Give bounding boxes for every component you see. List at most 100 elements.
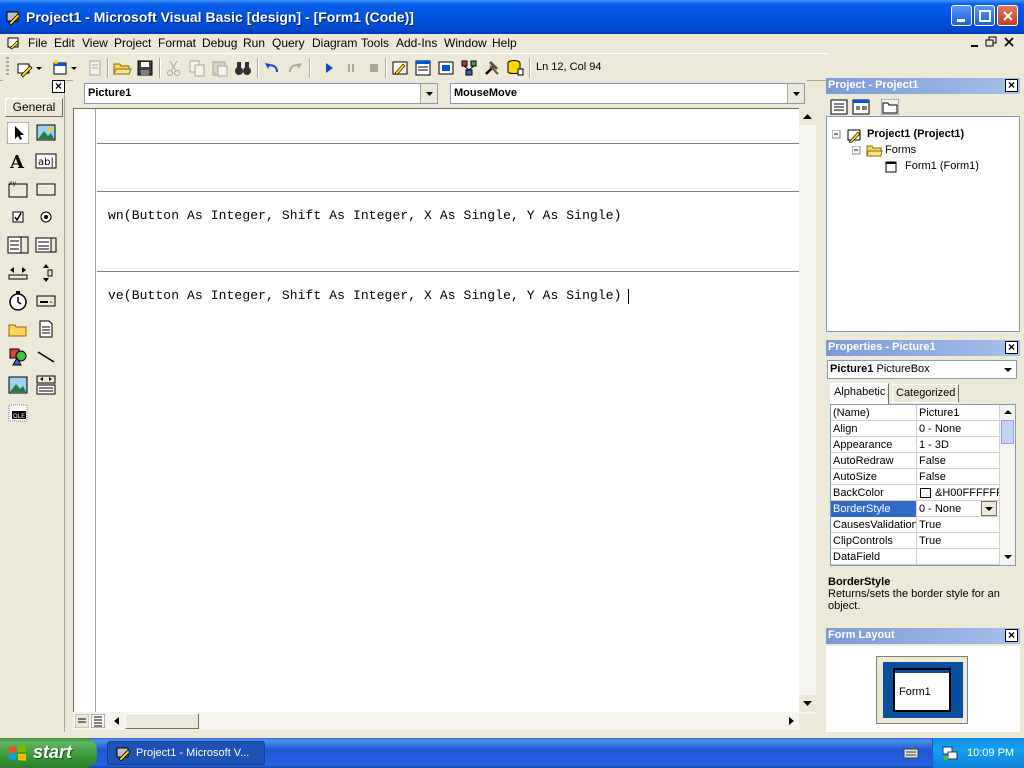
- timer-tool-icon[interactable]: [7, 290, 29, 312]
- property-value[interactable]: 0 - None: [919, 423, 999, 435]
- scroll-left-arrow-icon[interactable]: [109, 713, 125, 729]
- code-editor[interactable]: wn(Button As Integer, Shift As Integer, …: [73, 108, 800, 712]
- project-explorer-close-button[interactable]: ×: [1005, 79, 1018, 92]
- property-row[interactable]: AutoSize False: [831, 469, 999, 485]
- property-row[interactable]: (Name) Picture1: [831, 405, 999, 421]
- network-tray-icon[interactable]: [942, 745, 958, 761]
- code-line-current[interactable]: ve(Button As Integer, Shift As Integer, …: [108, 288, 622, 303]
- properties-close-button[interactable]: ×: [1005, 341, 1018, 354]
- tree-node-project[interactable]: Project1 (Project1): [867, 128, 964, 140]
- mdi-restore-icon[interactable]: [984, 35, 998, 49]
- menu-view[interactable]: View: [82, 36, 108, 50]
- open-folder-icon[interactable]: [112, 58, 132, 78]
- drivelistbox-tool-icon[interactable]: [35, 290, 57, 312]
- toolbox-general-tab[interactable]: General: [5, 98, 63, 117]
- object-browser-icon[interactable]: [459, 58, 479, 78]
- minimize-button[interactable]: [951, 5, 972, 26]
- form-layout-icon[interactable]: [436, 58, 456, 78]
- find-binoculars-icon[interactable]: [233, 58, 253, 78]
- optionbutton-tool-icon[interactable]: [35, 206, 57, 228]
- project-explorer-icon[interactable]: [390, 58, 410, 78]
- scroll-down-arrow-icon[interactable]: [799, 695, 816, 712]
- menu-run[interactable]: Run: [243, 36, 265, 50]
- data-view-icon[interactable]: [505, 58, 525, 78]
- paste-icon[interactable]: [210, 58, 230, 78]
- procedure-combobox[interactable]: MouseMove: [450, 83, 805, 104]
- close-button[interactable]: [997, 5, 1018, 26]
- property-row[interactable]: Align 0 - None: [831, 421, 999, 437]
- vb-app-icon[interactable]: [6, 9, 22, 25]
- property-row[interactable]: AutoRedraw False: [831, 453, 999, 469]
- start-button[interactable]: start: [0, 738, 97, 768]
- tree-node-form1[interactable]: Form1 (Form1): [905, 160, 979, 172]
- property-row[interactable]: Appearance 1 - 3D: [831, 437, 999, 453]
- dirlistbox-tool-icon[interactable]: [7, 318, 29, 340]
- procedure-view-icon[interactable]: [75, 714, 89, 728]
- code-margin-indicator-bar[interactable]: [74, 109, 96, 712]
- label-tool-icon[interactable]: A: [7, 150, 29, 172]
- taskbar-button-vb[interactable]: Project1 - Microsoft V...: [107, 741, 265, 765]
- copy-icon[interactable]: [187, 58, 207, 78]
- menu-help[interactable]: Help: [492, 36, 517, 50]
- view-object-icon[interactable]: [852, 99, 870, 115]
- break-pause-icon[interactable]: [341, 58, 361, 78]
- keyboard-tray-icon[interactable]: [903, 746, 919, 760]
- maximize-button[interactable]: [974, 5, 995, 26]
- property-value[interactable]: &H00FFFFFF: [919, 487, 999, 499]
- end-stop-icon[interactable]: [364, 58, 384, 78]
- tree-collapse-icon[interactable]: [852, 146, 861, 155]
- code-line[interactable]: wn(Button As Integer, Shift As Integer, …: [108, 208, 622, 223]
- property-value[interactable]: False: [919, 471, 999, 483]
- horizontal-scroll-thumb[interactable]: [125, 713, 199, 729]
- menu-file[interactable]: File: [28, 36, 47, 50]
- ole-container-tool-icon[interactable]: OLE: [7, 402, 29, 424]
- dropdown-arrow-icon[interactable]: [34, 58, 44, 78]
- mdi-close-icon[interactable]: [1002, 35, 1016, 49]
- add-form-icon[interactable]: [50, 58, 70, 78]
- shape-tool-icon[interactable]: [7, 346, 29, 368]
- property-value[interactable]: True: [919, 519, 999, 531]
- menu-editor-icon[interactable]: [85, 58, 105, 78]
- scroll-up-arrow-icon[interactable]: [1000, 405, 1016, 419]
- save-icon[interactable]: [135, 58, 155, 78]
- form-layout-close-button[interactable]: ×: [1005, 629, 1018, 642]
- property-value[interactable]: Picture1: [919, 407, 999, 419]
- properties-scroll-thumb[interactable]: [1001, 420, 1014, 444]
- code-vertical-scrollbar[interactable]: [799, 108, 816, 714]
- redo-icon[interactable]: [285, 58, 305, 78]
- frame-tool-icon[interactable]: xy: [7, 178, 29, 200]
- property-row[interactable]: BackColor &H00FFFFFF: [831, 485, 999, 501]
- menu-add-ins[interactable]: Add-Ins: [396, 36, 437, 50]
- code-horizontal-scrollbar[interactable]: [73, 712, 799, 730]
- menu-window[interactable]: Window: [444, 36, 487, 50]
- pointer-tool-icon[interactable]: [7, 122, 29, 144]
- commandbutton-tool-icon[interactable]: [35, 178, 57, 200]
- tab-categorized[interactable]: Categorized: [892, 384, 960, 403]
- picturebox-tool-icon[interactable]: [35, 122, 57, 144]
- add-project-icon[interactable]: [15, 58, 35, 78]
- data-control-icon[interactable]: [35, 374, 57, 396]
- property-row[interactable]: BorderStyle 0 - None: [831, 501, 999, 517]
- property-row[interactable]: DataField: [831, 549, 999, 565]
- menu-diagram[interactable]: Diagram: [312, 36, 357, 50]
- chevron-down-icon[interactable]: [1002, 364, 1014, 376]
- combobox-tool-icon[interactable]: [7, 234, 29, 256]
- checkbox-tool-icon[interactable]: [7, 206, 29, 228]
- menu-tools[interactable]: Tools: [361, 36, 389, 50]
- textbox-tool-icon[interactable]: ab|: [35, 150, 57, 172]
- form-layout-canvas[interactable]: Form1: [826, 646, 1020, 732]
- project-tree[interactable]: Project1 (Project1) Forms Form1 (Form1): [826, 116, 1020, 332]
- properties-window-icon[interactable]: [413, 58, 433, 78]
- tree-collapse-icon[interactable]: [832, 130, 841, 139]
- property-value[interactable]: 0 - None: [919, 503, 999, 515]
- title-bar[interactable]: Project1 - Microsoft Visual Basic [desig…: [0, 0, 1024, 34]
- property-value[interactable]: False: [919, 455, 999, 467]
- object-combobox[interactable]: Picture1: [84, 83, 438, 104]
- toolbox-hammer-icon[interactable]: [482, 58, 502, 78]
- toggle-folders-icon[interactable]: [881, 99, 899, 115]
- view-code-icon[interactable]: [830, 99, 848, 115]
- vscrollbar-tool-icon[interactable]: [35, 262, 57, 284]
- menu-project[interactable]: Project: [114, 36, 151, 50]
- filelistbox-tool-icon[interactable]: [35, 318, 57, 340]
- tree-node-forms-folder[interactable]: Forms: [885, 144, 916, 156]
